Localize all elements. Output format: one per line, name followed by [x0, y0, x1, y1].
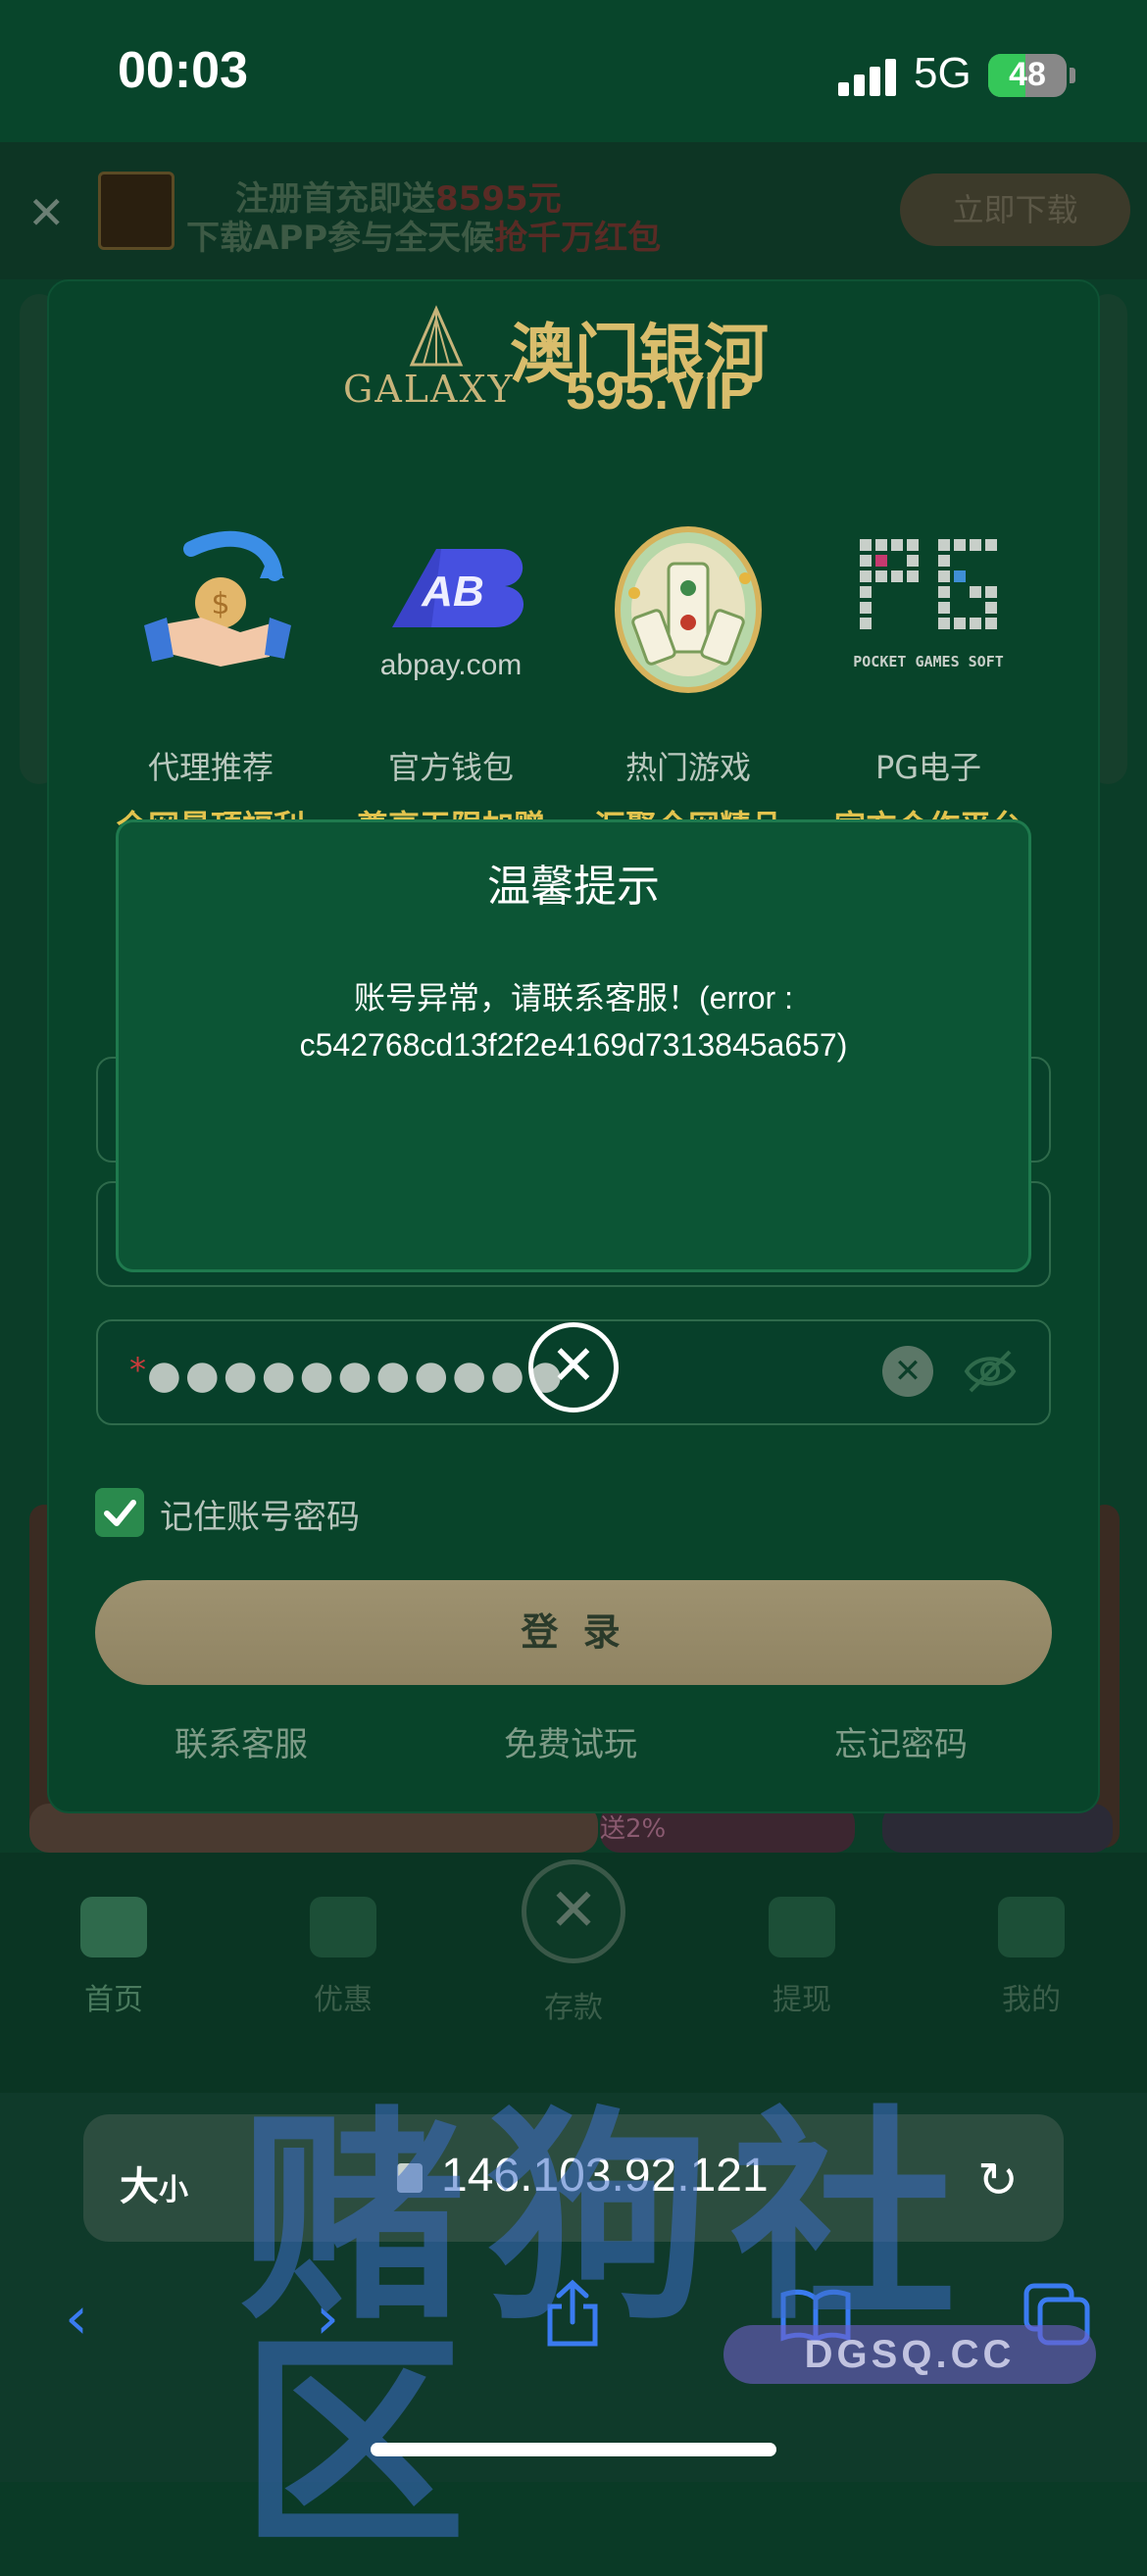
deposit-icon[interactable]: ✕ [522, 1859, 625, 1963]
feature-wallet[interactable]: AB abpay.com 官方钱包 尊享无限加赠 [338, 520, 564, 847]
home-indicator[interactable] [371, 2443, 776, 2456]
nav-home[interactable]: 首页 [45, 1897, 182, 2018]
required-mark: * [129, 1351, 146, 1390]
watermark-url: DGSQ.CC [723, 2325, 1096, 2384]
nav-profile[interactable]: 我的 [963, 1897, 1100, 2018]
profile-icon [998, 1897, 1065, 1957]
dialog-message: 账号异常，请联系客服！(error : [353, 980, 793, 1016]
feature-title: 热门游戏 [624, 749, 751, 786]
nav-label: 存款 [544, 1991, 603, 2025]
close-icon[interactable]: ✕ [27, 186, 66, 239]
feature-title: 代理推荐 [147, 749, 274, 786]
mahjong-icon [600, 520, 776, 696]
dialog-close-button[interactable]: ✕ [528, 1322, 619, 1412]
svg-text:$: $ [211, 587, 229, 621]
download-button[interactable]: 立即下载 [900, 173, 1130, 246]
app-logo [98, 172, 175, 250]
feature-games[interactable]: 热门游戏 汇聚全网精品 [575, 520, 801, 847]
feature-agent[interactable]: $ 代理推荐 全网最顶福利 [98, 520, 324, 847]
text-size-small: 小 [159, 2173, 188, 2207]
withdraw-icon [769, 1897, 835, 1957]
check-icon [104, 1500, 136, 1526]
contact-support-link[interactable]: 联系客服 [175, 1717, 308, 1765]
back-icon[interactable]: ‹ [65, 2284, 88, 2353]
promo-tag: 送2% [600, 1814, 667, 1844]
nav-promotions[interactable]: 优惠 [274, 1897, 412, 2018]
nav-withdraw[interactable]: 提现 [733, 1897, 871, 2018]
remember-checkbox[interactable] [95, 1488, 144, 1537]
pg-logo: POCKET GAMES SOFT [840, 520, 1017, 696]
promo-line-2: 下载APP参与全天候抢千万红包 [186, 211, 661, 259]
abpay-text: abpay.com [380, 649, 523, 681]
battery-tip [1070, 68, 1075, 83]
password-value: ●●●●●●●●●●● [147, 1353, 567, 1398]
galaxy-emblem-icon [409, 305, 464, 367]
free-trial-link[interactable]: 免费试玩 [504, 1717, 637, 1765]
home-icon [80, 1897, 147, 1957]
pg-text: POCKET GAMES SOFT [853, 653, 1004, 670]
dialog-title: 温馨提示 [487, 862, 660, 912]
battery-icon: 48 [988, 54, 1067, 97]
feature-title: 官方钱包 [387, 749, 514, 786]
promo-highlight: 抢千万红包 [494, 219, 662, 258]
nav-label: 提现 [773, 1983, 831, 2017]
network-type: 5G [914, 49, 972, 97]
signal-icon [838, 57, 897, 96]
handshake-icon: $ [123, 520, 299, 696]
status-bar: 00:03 5G 48 [0, 0, 1147, 142]
dialog-error-code: c542768cd13f2f2e4169d7313845a657) [299, 1027, 848, 1063]
nav-label: 我的 [1002, 1983, 1061, 2017]
battery-level: 48 [1009, 56, 1046, 93]
forgot-password-link[interactable]: 忘记密码 [834, 1717, 968, 1765]
feature-title: PG电子 [874, 749, 982, 786]
svg-text:AB: AB [421, 568, 484, 616]
promo-line-2-text: 下载APP参与全天候 [186, 219, 495, 258]
nav-deposit[interactable]: 存款 [505, 1965, 642, 2026]
text-size-button[interactable]: 大小 [120, 2155, 188, 2211]
eye-off-icon[interactable] [963, 1347, 1018, 1396]
gift-icon [310, 1897, 376, 1957]
status-time: 00:03 [118, 42, 248, 99]
remember-label: 记住账号密码 [160, 1498, 360, 1537]
nav-label: 首页 [84, 1983, 143, 2017]
text-size-large: 大 [120, 2164, 159, 2209]
brand-domain: 595.VIP [566, 362, 755, 421]
abpay-logo: AB abpay.com [363, 520, 539, 696]
login-button[interactable]: 登 录 [95, 1580, 1052, 1685]
clear-icon[interactable]: ✕ [882, 1346, 933, 1397]
brand-galaxy: GALAXY [343, 368, 515, 411]
nav-label: 优惠 [314, 1983, 373, 2017]
feature-pg[interactable]: POCKET GAMES SOFT PG电子 官方合作平台 [816, 520, 1041, 847]
